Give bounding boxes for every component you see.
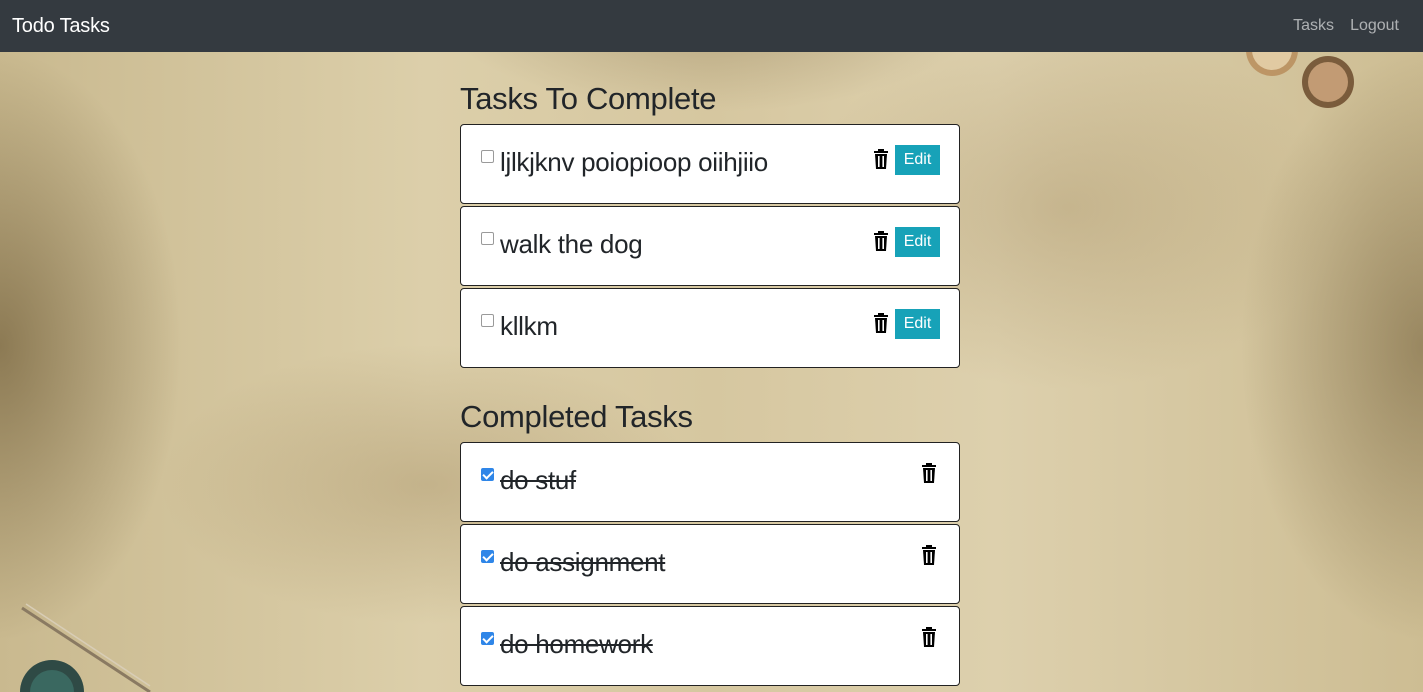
edit-button[interactable]: Edit bbox=[895, 145, 940, 175]
trash-icon[interactable] bbox=[873, 149, 889, 169]
task-checkbox[interactable] bbox=[481, 150, 494, 163]
inkwell-quill-decoration bbox=[20, 603, 151, 692]
todo-task-item: kllkm Edit bbox=[460, 288, 960, 368]
nav-links: Tasks Logout bbox=[1293, 17, 1399, 35]
task-text: do stuf bbox=[500, 465, 576, 495]
task-text: do homework bbox=[500, 629, 653, 659]
task-text: ljlkjknv poiopioop oiihjiio bbox=[500, 147, 768, 177]
todo-task-item: walk the dog Edit bbox=[460, 206, 960, 286]
completed-section-title: Completed Tasks bbox=[460, 399, 693, 434]
tasks-container: Tasks To Complete ljlkjknv poiopioop oii… bbox=[460, 52, 960, 688]
completed-task-item: do stuf bbox=[460, 442, 960, 522]
task-checkbox[interactable] bbox=[481, 314, 494, 327]
completed-task-item: do assignment bbox=[460, 524, 960, 604]
trash-icon[interactable] bbox=[921, 627, 937, 647]
nav-link-tasks[interactable]: Tasks bbox=[1293, 17, 1334, 35]
task-checkbox[interactable] bbox=[481, 232, 494, 245]
todo-task-item: ljlkjknv poiopioop oiihjiio Edit bbox=[460, 124, 960, 204]
trash-icon[interactable] bbox=[873, 313, 889, 333]
task-text: kllkm bbox=[500, 311, 558, 341]
task-text: walk the dog bbox=[500, 229, 643, 259]
brand-logo[interactable]: Todo Tasks bbox=[12, 15, 110, 38]
task-checkbox-checked[interactable] bbox=[481, 468, 494, 481]
edit-button[interactable]: Edit bbox=[895, 227, 940, 257]
trash-icon[interactable] bbox=[921, 463, 937, 483]
nav-link-logout[interactable]: Logout bbox=[1350, 17, 1399, 35]
task-text: do assignment bbox=[500, 547, 666, 577]
todo-section-title: Tasks To Complete bbox=[460, 81, 717, 116]
completed-task-item: do homework bbox=[460, 606, 960, 686]
trash-icon[interactable] bbox=[873, 231, 889, 251]
trash-icon[interactable] bbox=[921, 545, 937, 565]
task-checkbox-checked[interactable] bbox=[481, 550, 494, 563]
edit-button[interactable]: Edit bbox=[895, 309, 940, 339]
top-navbar: Todo Tasks Tasks Logout bbox=[0, 0, 1423, 52]
task-checkbox-checked[interactable] bbox=[481, 632, 494, 645]
pocket-watch-decoration bbox=[1246, 40, 1354, 108]
